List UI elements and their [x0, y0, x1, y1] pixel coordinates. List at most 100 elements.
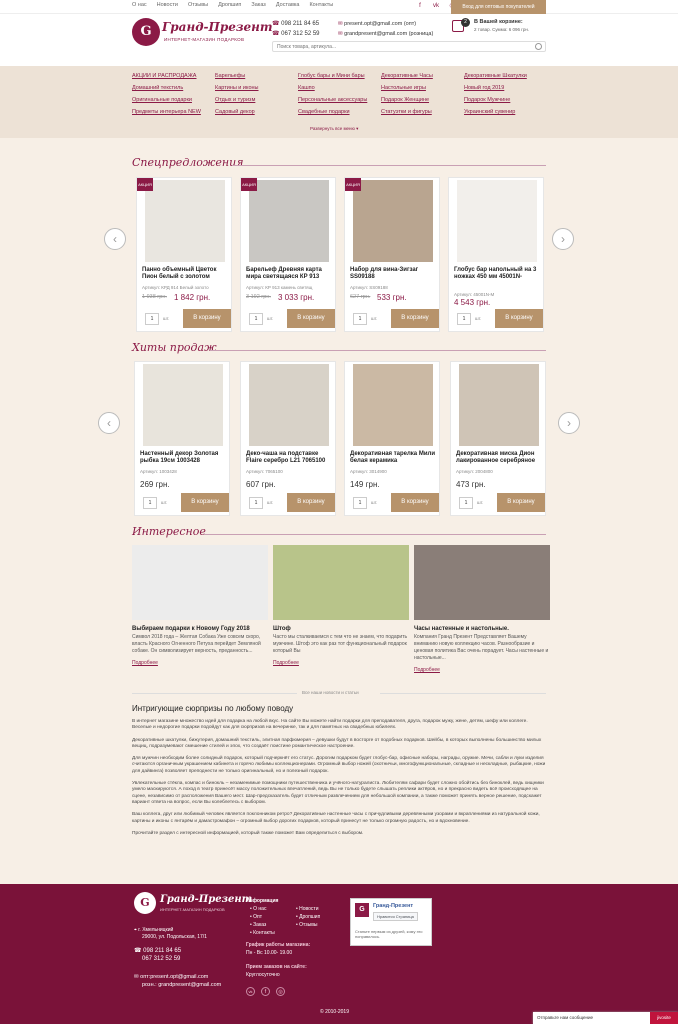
add-to-cart-button[interactable]: В корзину: [391, 309, 439, 328]
top-link-reviews[interactable]: Отзывы: [188, 2, 208, 8]
quantity-input[interactable]: 1: [249, 497, 263, 509]
product-image[interactable]: [353, 180, 433, 262]
facebook-icon[interactable]: f: [416, 2, 424, 10]
search-input[interactable]: [273, 42, 523, 51]
menu-item[interactable]: Глобус бары и Мини бары: [298, 71, 381, 81]
product-card[interactable]: Декоративная тарелка Мили белая керамика…: [344, 361, 440, 516]
menu-item[interactable]: Отдых и туризм: [215, 95, 298, 105]
logo[interactable]: G: [132, 18, 160, 46]
product-image[interactable]: [143, 364, 223, 446]
quantity-input[interactable]: 1: [249, 313, 263, 325]
menu-item[interactable]: Кашпо: [298, 83, 381, 93]
product-name[interactable]: Набор для вина-Зигзаг SS09188: [350, 267, 438, 281]
add-to-cart-button[interactable]: В корзину: [391, 493, 439, 512]
add-to-cart-button[interactable]: В корзину: [495, 309, 543, 328]
quantity-input[interactable]: 1: [143, 497, 157, 509]
read-more-link[interactable]: Подробнее: [414, 667, 550, 673]
top-link-news[interactable]: Новости: [157, 2, 178, 8]
carousel-next-arrow[interactable]: ›: [552, 228, 574, 250]
product-image[interactable]: [353, 364, 433, 446]
footer-link[interactable]: • Опт: [250, 913, 296, 921]
article-image[interactable]: [273, 545, 409, 620]
footer-link[interactable]: • Заказ: [250, 921, 296, 929]
carousel-prev-arrow[interactable]: ‹: [104, 228, 126, 250]
product-image[interactable]: [145, 180, 225, 262]
product-image[interactable]: [249, 180, 329, 262]
footer-phone-2[interactable]: 067 312 52 59: [134, 955, 181, 963]
phone-1[interactable]: ☎ 098 211 84 65: [272, 19, 320, 29]
menu-item[interactable]: Домашний текстиль: [132, 83, 215, 93]
instagram-icon[interactable]: ◎: [276, 987, 285, 996]
footer-link[interactable]: • Отзывы: [296, 921, 336, 929]
add-to-cart-button[interactable]: В корзину: [287, 309, 335, 328]
footer-phone-1[interactable]: ☎ 098 211 84 65: [134, 947, 181, 955]
product-image[interactable]: [459, 364, 539, 446]
menu-item[interactable]: Оригинальные подарки: [132, 95, 215, 105]
menu-item[interactable]: Картины и иконы: [215, 83, 298, 93]
menu-item[interactable]: Новый год 2019: [464, 83, 547, 93]
product-name[interactable]: Панно объемный Цветок Пион белый с золот…: [142, 267, 230, 281]
top-link-order[interactable]: Заказ: [251, 2, 265, 8]
article-image[interactable]: [132, 545, 268, 620]
product-card[interactable]: АКЦИЯ Барельеф Древняя карта мира светящ…: [240, 177, 336, 332]
article-title[interactable]: Часы настенные и настольные.: [414, 626, 550, 632]
product-card[interactable]: АКЦИЯ Набор для вина-Зигзаг SS09188 Арти…: [344, 177, 440, 332]
product-card[interactable]: Декоративная миска Дион лакированное сер…: [450, 361, 546, 516]
top-link-dropship[interactable]: Дропшип: [218, 2, 241, 8]
article-title[interactable]: Выбираем подарки к Новому Году 2018: [132, 626, 268, 632]
menu-item[interactable]: Подарок Мужчине: [464, 95, 547, 105]
menu-item[interactable]: Декоративные Шкатулки: [464, 71, 547, 81]
footer-link[interactable]: • Контакты: [250, 929, 296, 937]
product-name[interactable]: Декоративная тарелка Мили белая керамика: [350, 451, 438, 465]
read-more-link[interactable]: Подробнее: [132, 660, 268, 666]
facebook-widget[interactable]: G Гранд-Презент Нравится Страница Станьт…: [350, 898, 432, 946]
menu-item[interactable]: Декоративные Часы: [381, 71, 464, 81]
article-title[interactable]: Штоф: [273, 626, 409, 632]
vk-icon[interactable]: vk: [246, 987, 255, 996]
brand-name[interactable]: Гранд-Презент: [162, 20, 273, 34]
quantity-input[interactable]: 1: [353, 497, 367, 509]
menu-item[interactable]: Настольные игры: [381, 83, 464, 93]
quantity-input[interactable]: 1: [457, 313, 471, 325]
top-link-about[interactable]: О нас: [132, 2, 147, 8]
email-opt[interactable]: ✉ present.opt@gmail.com (опт): [338, 19, 433, 29]
product-card[interactable]: Деко-чаша на подставке Flaire серебро L2…: [240, 361, 336, 516]
top-link-contacts[interactable]: Контакты: [309, 2, 333, 8]
fb-page-name[interactable]: Гранд-Презент: [373, 903, 413, 909]
add-to-cart-button[interactable]: В корзину: [497, 493, 545, 512]
quantity-input[interactable]: 1: [459, 497, 473, 509]
product-name[interactable]: Настенный декор Золотая рыбка 19см 10034…: [140, 451, 228, 465]
product-card[interactable]: Глобус бар напольный на 3 ножках 450 мм …: [448, 177, 544, 332]
all-news-link[interactable]: Все наши новости и статьи: [302, 690, 359, 695]
footer-link[interactable]: • Новости: [296, 905, 336, 913]
add-to-cart-button[interactable]: В корзину: [183, 309, 231, 328]
menu-item[interactable]: АКЦИИ И РАСПРОДАЖА: [132, 71, 215, 81]
carousel-next-arrow[interactable]: ›: [558, 412, 580, 434]
product-card[interactable]: АКЦИЯ Панно объемный Цветок Пион белый с…: [136, 177, 232, 332]
menu-item[interactable]: Персональные аксессуары: [298, 95, 381, 105]
add-to-cart-button[interactable]: В корзину: [287, 493, 335, 512]
phone-2[interactable]: ☎ 067 312 52 59: [272, 29, 320, 39]
footer-link[interactable]: • Дропшип: [296, 913, 336, 921]
quantity-input[interactable]: 1: [145, 313, 159, 325]
expand-menu-link[interactable]: Развернуть все меню ▾: [310, 126, 358, 132]
email-retail[interactable]: ✉ grandpresent@gmail.com (розница): [338, 29, 433, 39]
menu-item[interactable]: Садовый декор: [215, 107, 298, 117]
menu-item[interactable]: Подарок Женщине: [381, 95, 464, 105]
top-link-delivery[interactable]: Доставка: [276, 2, 300, 8]
product-name[interactable]: Декоративная миска Дион лакированное сер…: [456, 451, 544, 465]
article-image[interactable]: [414, 545, 550, 620]
cart-widget[interactable]: 2 В Вашей корзине: 2 товар. Сумма: 6 096…: [452, 18, 546, 38]
product-name[interactable]: Деко-чаша на подставке Flaire серебро L2…: [246, 451, 334, 465]
footer-email-opt[interactable]: ✉ опт:present.opt@gmail.com: [134, 973, 221, 981]
menu-item[interactable]: Барельефы: [215, 71, 298, 81]
product-name[interactable]: Барельеф Древняя карта мира светящаяся К…: [246, 267, 334, 281]
product-name[interactable]: Глобус бар напольный на 3 ножках 450 мм …: [454, 267, 542, 281]
read-more-link[interactable]: Подробнее: [273, 660, 409, 666]
footer-email-retail[interactable]: розн.: grandpresent@gmail.com: [134, 981, 221, 989]
add-to-cart-button[interactable]: В корзину: [181, 493, 229, 512]
chat-widget[interactable]: Отправьте нам сообщение jivosite: [533, 1012, 678, 1024]
menu-item[interactable]: Предметы интерьера NEW: [132, 107, 215, 117]
footer-logo[interactable]: G: [134, 892, 156, 914]
product-image[interactable]: [249, 364, 329, 446]
